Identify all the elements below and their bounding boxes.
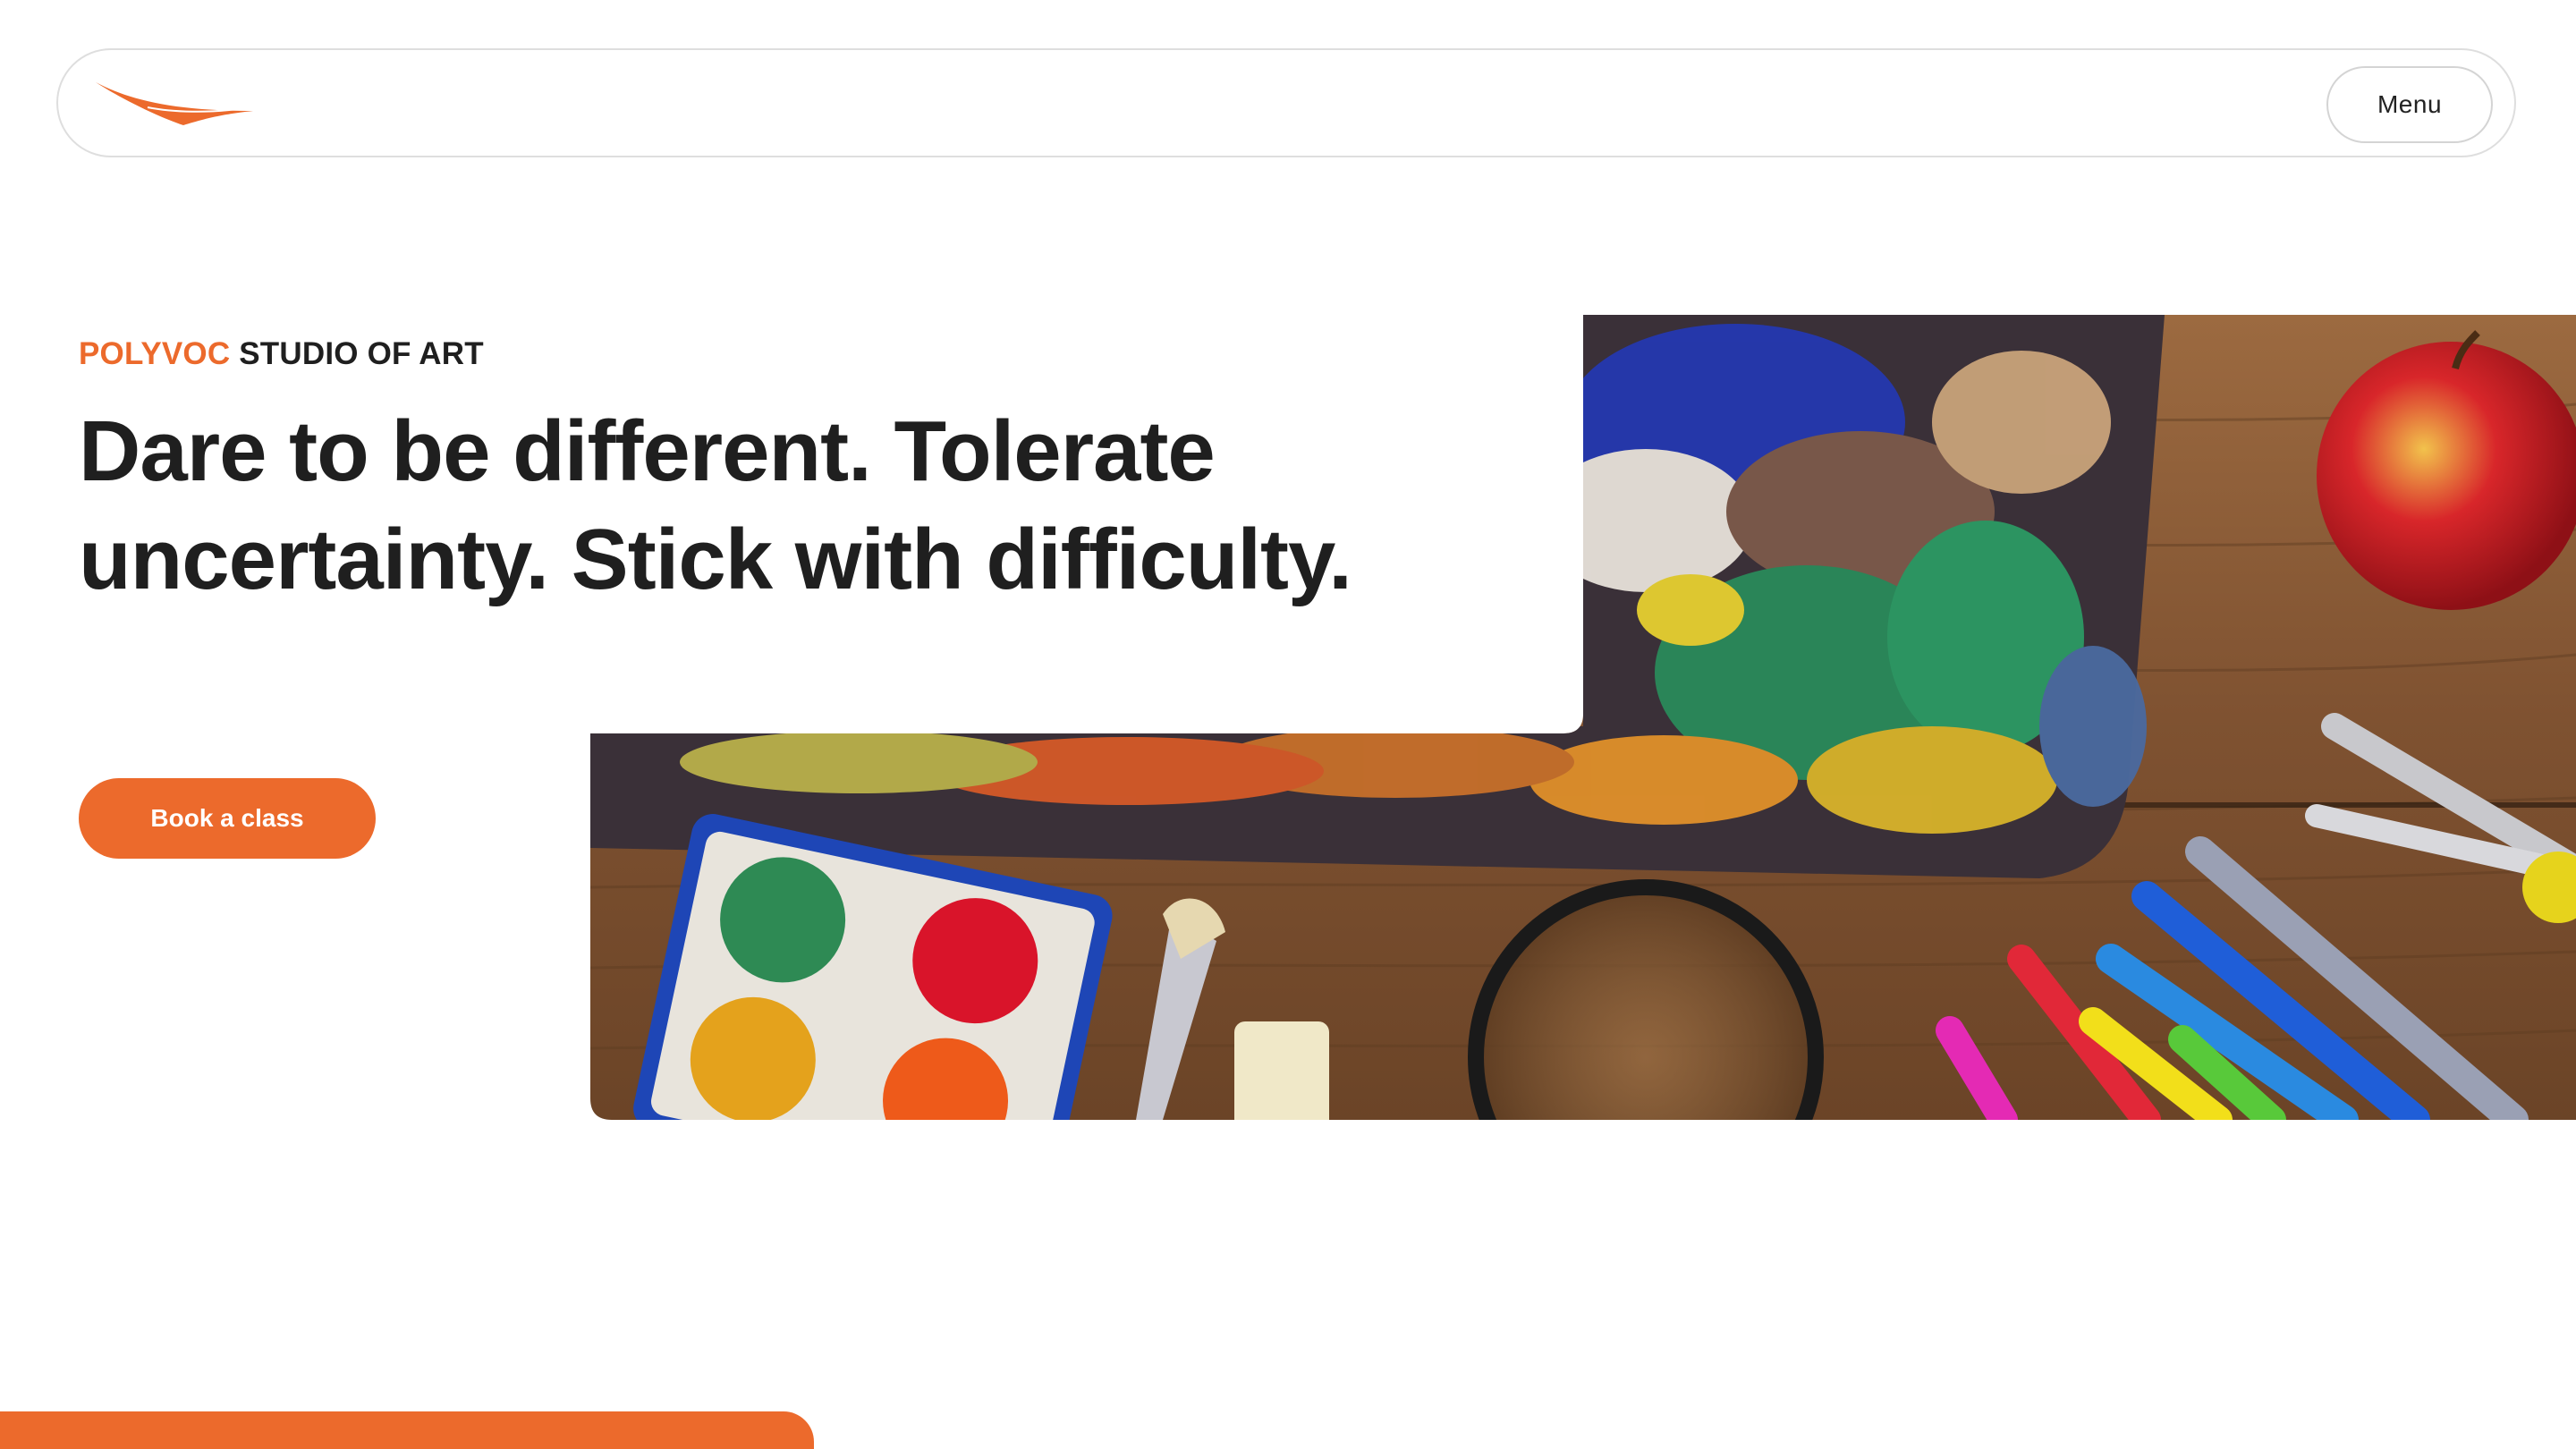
- bottom-accent-strip: [0, 1411, 814, 1449]
- brand-name: POLYVOC: [79, 336, 231, 371]
- menu-button[interactable]: Menu: [2326, 66, 2493, 143]
- studio-eyebrow: POLYVOC STUDIO OF ART: [79, 336, 484, 372]
- art-supplies-photo: [590, 315, 2576, 1120]
- swoosh-logo-icon[interactable]: [94, 80, 255, 129]
- studio-subtitle: STUDIO OF ART: [239, 336, 484, 371]
- book-class-button[interactable]: Book a class: [79, 778, 376, 859]
- site-header: Menu: [56, 48, 2516, 157]
